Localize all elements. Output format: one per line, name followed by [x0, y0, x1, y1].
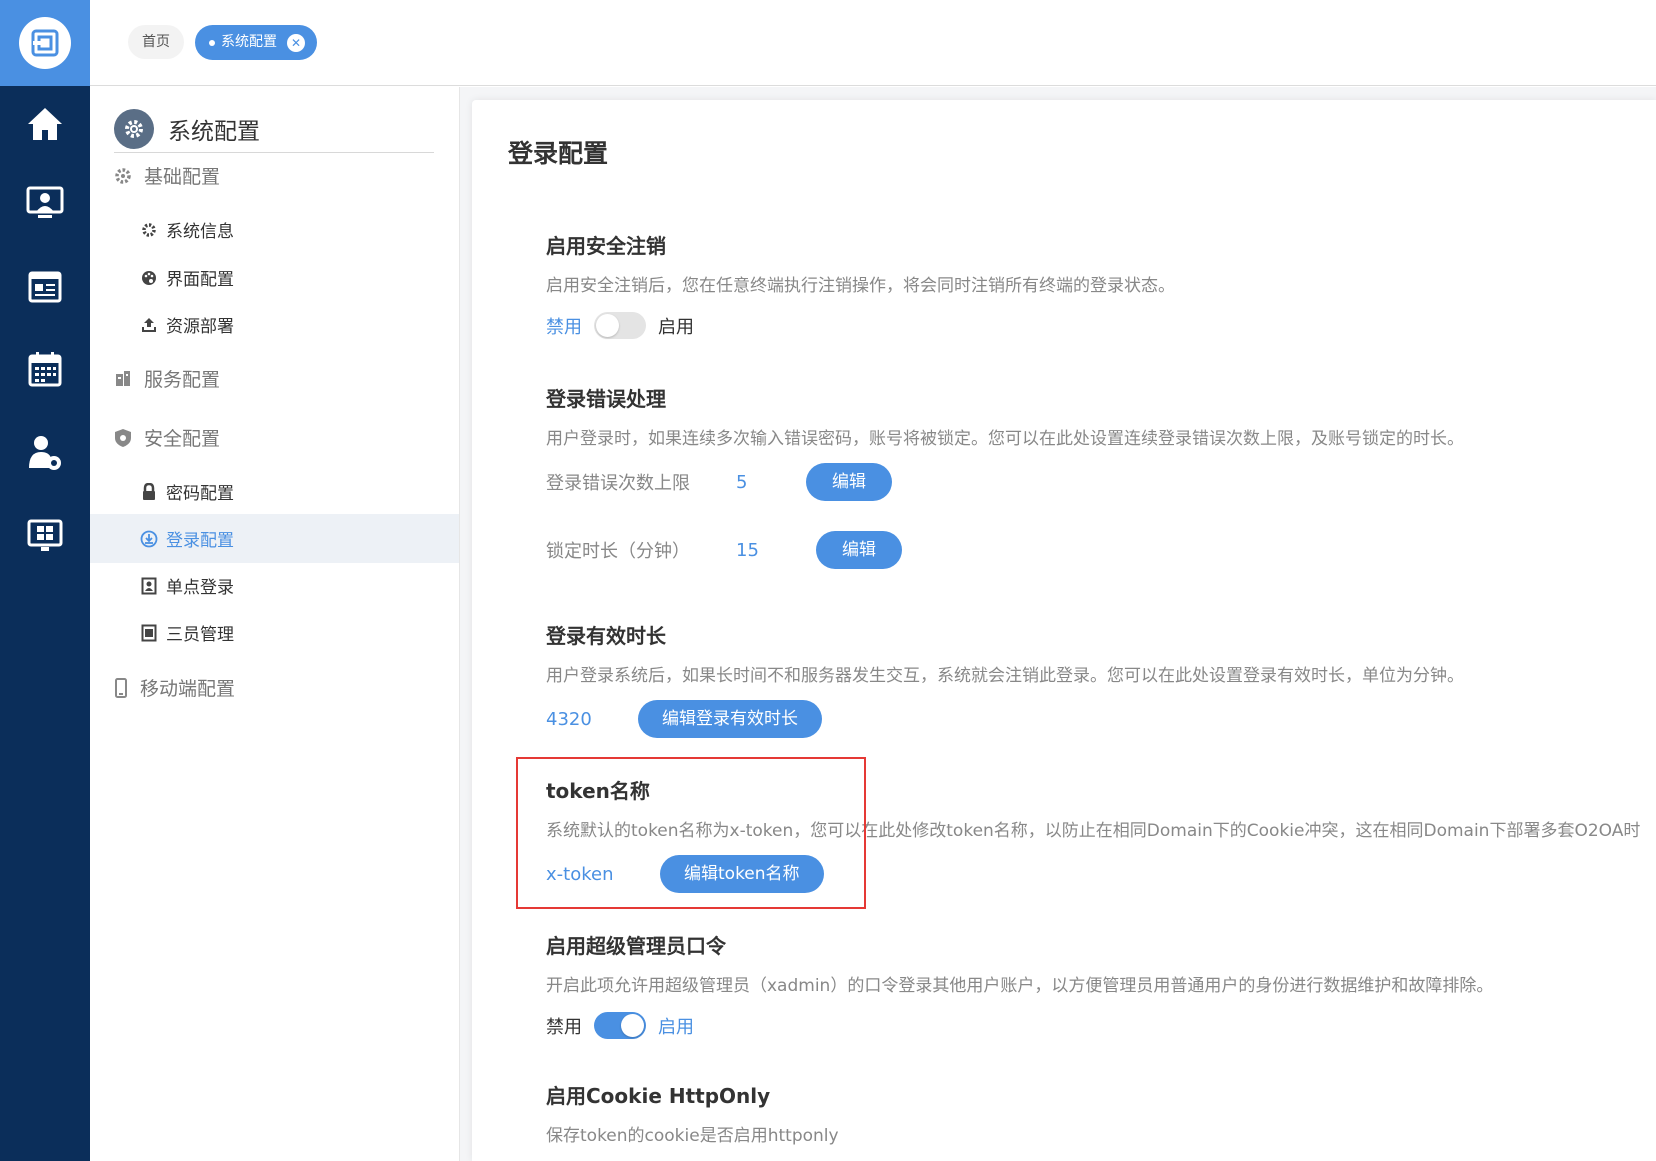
sidebar-item-password-label: 密码配置	[166, 484, 234, 504]
logo-icon	[19, 17, 71, 69]
tab-system-config[interactable]: 系统配置 ✕	[195, 25, 317, 60]
contact-card-icon	[140, 577, 158, 595]
mobile-icon	[115, 677, 127, 698]
sidebar-group-security-label: 安全配置	[144, 428, 221, 450]
sidebar-item-login-label: 登录配置	[166, 531, 234, 551]
sidebar-group-basic[interactable]: 基础配置	[114, 162, 220, 189]
toggle-off-label[interactable]: 禁用	[546, 313, 582, 339]
section-title: 登录错误处理	[546, 387, 666, 411]
app-logo[interactable]	[0, 0, 90, 86]
close-icon[interactable]: ✕	[287, 33, 305, 52]
rail-desktop-user[interactable]	[0, 162, 90, 244]
highlight-annotation	[516, 757, 866, 909]
sidebar-item-password[interactable]: 密码配置	[90, 467, 459, 516]
section-title: 登录有效时长	[546, 624, 666, 648]
sidebar-item-sysinfo-label: 系统信息	[166, 222, 234, 242]
dashboard-icon	[27, 519, 63, 551]
toggle-on-label[interactable]: 启用	[658, 313, 694, 339]
max-errors-label: 登录错误次数上限	[546, 473, 690, 494]
switch-knob	[621, 1014, 644, 1037]
sidebar-item-ui[interactable]: 界面配置	[90, 253, 459, 302]
sidebar-item-deploy[interactable]: 资源部署	[90, 300, 459, 349]
section-title: 启用安全注销	[546, 234, 666, 258]
section-desc: 启用安全注销后，您在任意终端执行注销操作，将会同时注销所有终端的登录状态。	[546, 276, 1175, 296]
calendar-icon	[28, 352, 62, 387]
login-icon	[140, 530, 158, 548]
sidebar-group-basic-label: 基础配置	[144, 166, 221, 188]
sidebar-item-login[interactable]: 登录配置	[90, 514, 459, 563]
active-dot-icon	[209, 39, 215, 46]
desktop-user-icon	[26, 186, 64, 218]
section-desc: 用户登录时，如果连续多次输入错误密码，账号将被锁定。您可以在此处设置连续登录错误…	[546, 429, 1464, 449]
sidebar-item-sso[interactable]: 单点登录	[90, 561, 459, 610]
section-super-admin: 启用超级管理员口令 开启此项允许用超级管理员（xadmin）的口令登录其他用户账…	[546, 930, 1656, 1039]
section-safe-logout: 启用安全注销 启用安全注销后，您在任意终端执行注销操作，将会同时注销所有终端的登…	[546, 230, 1656, 339]
home-icon	[28, 108, 62, 140]
toggle-off-label[interactable]: 禁用	[546, 1013, 582, 1039]
safe-logout-switch[interactable]	[594, 312, 646, 339]
news-icon	[28, 271, 62, 303]
sidebar-header: 系统配置	[114, 105, 434, 153]
section-desc: 保存token的cookie是否启用httponly	[546, 1126, 839, 1146]
top-bar: 首页 系统配置 ✕	[90, 0, 1656, 86]
sidebar-item-sso-label: 单点登录	[166, 578, 234, 598]
sidebar-group-security[interactable]: 安全配置	[114, 424, 220, 451]
upload-icon	[140, 316, 158, 334]
section-desc: 开启此项允许用超级管理员（xadmin）的口令登录其他用户账户，以方便管理员用普…	[546, 976, 1494, 996]
section-desc: 用户登录系统后，如果长时间不和服务器发生交互，系统就会注销此登录。您可以在此处设…	[546, 666, 1464, 686]
sidebar-item-three-label: 三员管理	[166, 625, 234, 645]
section-title: 启用Cookie HttpOnly	[546, 1084, 771, 1108]
edit-validity-button[interactable]: 编辑登录有效时长	[638, 700, 822, 738]
tab-system-config-label: 系统配置	[221, 34, 277, 50]
section-validity: 登录有效时长 用户登录系统后，如果长时间不和服务器发生交互，系统就会注销此登录。…	[546, 620, 1656, 738]
sidebar-group-mobile-label: 移动端配置	[140, 678, 236, 700]
rail-calendar[interactable]	[0, 328, 90, 410]
rail-dashboard[interactable]	[0, 496, 90, 576]
config-sidebar: 系统配置 基础配置 系统信息 界面配置 资源部署 服务配置 安全配置 密码配置 …	[90, 87, 460, 1161]
switch-knob	[596, 314, 619, 337]
toggle-row: 禁用 启用	[546, 312, 1656, 339]
max-errors-value: 5	[736, 471, 748, 493]
tab-home-label: 首页	[142, 34, 170, 50]
toggle-on-label[interactable]: 启用	[658, 1013, 694, 1039]
lock-duration-row: 锁定时长（分钟） 15 编辑	[546, 531, 902, 569]
sidebar-group-service-label: 服务配置	[144, 369, 221, 391]
section-title: 启用超级管理员口令	[546, 934, 726, 958]
sidebar-item-deploy-label: 资源部署	[166, 317, 234, 337]
section-httponly: 启用Cookie HttpOnly 保存token的cookie是否启用http…	[546, 1080, 1656, 1146]
gear-icon	[140, 221, 158, 239]
server-icon	[116, 370, 130, 386]
rail-news[interactable]	[0, 244, 90, 328]
gear-icon	[115, 167, 131, 184]
tab-home[interactable]: 首页	[128, 25, 184, 59]
sidebar-group-mobile[interactable]: 移动端配置	[114, 674, 235, 701]
gear-icon	[114, 108, 154, 149]
validity-value: 4320	[546, 708, 592, 730]
validity-row: 4320 编辑登录有效时长	[546, 700, 1656, 738]
lock-icon	[140, 482, 158, 501]
app-rail	[0, 0, 90, 1161]
sidebar-title: 系统配置	[168, 118, 260, 145]
list-box-icon	[140, 624, 158, 642]
max-errors-row: 登录错误次数上限 5 编辑	[546, 463, 892, 501]
edit-lock-duration-button[interactable]: 编辑	[816, 531, 902, 569]
section-login-error: 登录错误处理 用户登录时，如果连续多次输入错误密码，账号将被锁定。您可以在此处设…	[546, 383, 1656, 569]
edit-max-errors-button[interactable]: 编辑	[806, 463, 892, 501]
sidebar-group-service[interactable]: 服务配置	[114, 365, 220, 392]
sidebar-item-three[interactable]: 三员管理	[90, 608, 459, 657]
sidebar-item-ui-label: 界面配置	[166, 270, 234, 290]
super-admin-switch[interactable]	[594, 1012, 646, 1039]
lock-duration-value: 15	[736, 539, 759, 561]
shield-icon	[115, 428, 131, 447]
rail-home[interactable]	[0, 86, 90, 162]
page-title: 登录配置	[508, 139, 609, 168]
sidebar-item-sysinfo[interactable]: 系统信息	[90, 205, 459, 254]
user-settings-icon	[29, 436, 61, 470]
palette-icon	[140, 269, 158, 287]
lock-duration-label: 锁定时长（分钟）	[546, 541, 690, 562]
rail-user-settings[interactable]	[0, 410, 90, 496]
toggle-row: 禁用 启用	[546, 1012, 1656, 1039]
main-panel: 登录配置 启用安全注销 启用安全注销后，您在任意终端执行注销操作，将会同时注销所…	[472, 100, 1656, 1161]
